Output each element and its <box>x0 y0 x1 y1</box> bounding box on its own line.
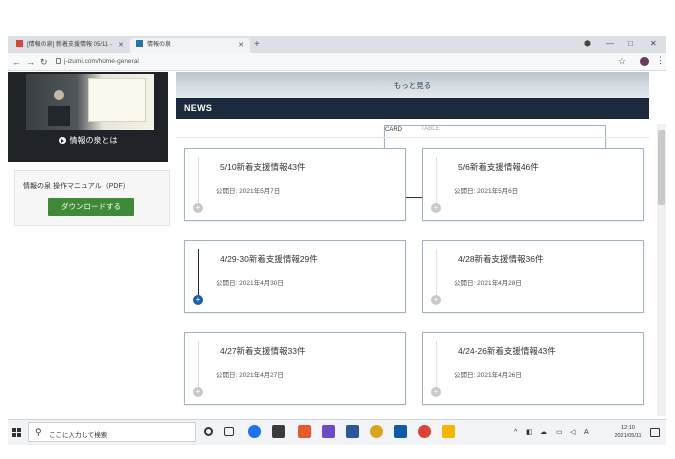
outlook-icon[interactable] <box>394 425 407 438</box>
video-caption: 情報の泉とは <box>8 134 168 148</box>
news-card[interactable]: + 4/24-26新着支援情報43件 公開日: 2021年4月26日 <box>422 332 644 405</box>
network-icon[interactable]: ◧ <box>526 428 533 438</box>
clock-time: 12:10 <box>621 425 635 431</box>
browser-tab-bar: [情報の泉] 新着支援情報 05/11 - ✕ 情報の泉 ✕ + ⬢ — □ ✕ <box>8 36 666 53</box>
intro-video-thumbnail[interactable]: 情報の泉とは <box>8 72 168 162</box>
windows-start-icon[interactable] <box>12 428 22 438</box>
cloud-icon[interactable]: ☁ <box>540 428 547 438</box>
windows-taskbar: ⚲ ここに入力して検索 ^ ◧ ☁ ▭ ◁ A 12:10 2021/05/11 <box>8 419 666 445</box>
manual-label: 情報の泉 操作マニュアル（PDF） <box>23 183 130 190</box>
download-button[interactable]: ダウンロードする <box>48 198 134 216</box>
taskbar-clock[interactable]: 12:10 2021/05/11 <box>610 424 646 440</box>
reload-icon[interactable]: ↻ <box>40 56 48 68</box>
expand-plus-icon[interactable]: + <box>431 295 441 305</box>
close-tab-icon[interactable]: ✕ <box>238 38 244 53</box>
expand-plus-icon[interactable]: + <box>431 203 441 213</box>
news-card-title[interactable]: 5/6新着支援情報46件 <box>458 161 539 173</box>
browser-tab-gmail[interactable]: [情報の泉] 新着支援情報 05/11 - ✕ <box>10 38 130 53</box>
divider <box>176 137 649 138</box>
speaker-figure <box>54 90 64 100</box>
expand-plus-icon[interactable]: + <box>193 295 203 305</box>
browser-tab-izumi[interactable]: 情報の泉 ✕ <box>130 38 250 53</box>
taskbar-search-placeholder: ここに入力して検索 <box>49 432 108 439</box>
news-card[interactable]: + 4/29-30新着支援情報29件 公開日: 2021年4月30日 <box>184 240 406 313</box>
expand-plus-icon[interactable]: + <box>193 203 203 213</box>
menu-kebab-icon[interactable]: ⋮ <box>656 55 665 66</box>
more-banner: もっと見る <box>176 72 649 98</box>
maximize-button[interactable]: □ <box>628 38 633 50</box>
news-card-title[interactable]: 4/27新着支援情報33件 <box>220 345 306 357</box>
address-bar: ← → ↻ j-izumi.com/home-general ☆ ⋮ <box>8 53 666 71</box>
profile-avatar[interactable] <box>640 57 649 66</box>
timeline-line <box>198 157 199 207</box>
video-caption-text: 情報の泉とは <box>69 136 118 145</box>
timeline-line <box>198 249 199 299</box>
url-field[interactable]: j-izumi.com/home-general <box>64 57 139 67</box>
view-toggle-table[interactable]: TABLE <box>421 125 440 133</box>
news-card-date: 公開日: 2021年5月7日 <box>216 188 281 195</box>
presentation-slide-image <box>88 78 146 122</box>
page-scrollbar[interactable] <box>657 124 666 416</box>
news-card[interactable]: + 4/28新着支援情報36件 公開日: 2021年4月28日 <box>422 240 644 313</box>
news-card-date: 公開日: 2021年5月6日 <box>454 188 519 195</box>
news-card-date: 公開日: 2021年4月27日 <box>216 372 284 379</box>
task-view-icon[interactable] <box>224 427 234 436</box>
back-arrow-icon[interactable]: ← <box>12 56 21 68</box>
tab-label: 情報の泉 <box>147 42 172 48</box>
clock-date: 2021/05/11 <box>614 433 642 439</box>
play-icon[interactable] <box>58 137 66 144</box>
taskbar-search-box[interactable]: ⚲ ここに入力して検索 <box>28 422 196 442</box>
store-icon[interactable] <box>272 425 285 438</box>
expand-plus-icon[interactable]: + <box>431 387 441 397</box>
news-header: NEWS <box>176 98 649 119</box>
scrollbar-thumb[interactable] <box>658 130 665 205</box>
news-card-title[interactable]: 4/24-26新着支援情報43件 <box>458 345 556 357</box>
manual-box: 情報の泉 操作マニュアル（PDF） ダウンロードする <box>14 170 170 226</box>
app-icon[interactable] <box>370 425 383 438</box>
timeline-line <box>198 341 199 391</box>
news-card[interactable]: + 4/27新着支援情報33件 公開日: 2021年4月27日 <box>184 332 406 405</box>
minimize-button[interactable]: — <box>606 38 614 50</box>
podium-figure <box>48 106 70 126</box>
more-link[interactable]: もっと見る <box>176 80 649 91</box>
news-card-title[interactable]: 5/10新着支援情報43件 <box>220 161 306 173</box>
gmail-icon <box>16 40 23 47</box>
chrome-icon[interactable] <box>418 425 431 438</box>
search-icon: ⚲ <box>35 427 42 437</box>
news-card-title[interactable]: 4/28新着支援情報36件 <box>458 253 544 265</box>
cortana-icon[interactable] <box>204 427 213 436</box>
lock-icon <box>56 58 61 64</box>
news-card-date: 公開日: 2021年4月30日 <box>216 280 284 287</box>
teams-icon[interactable] <box>322 425 335 438</box>
news-card-date: 公開日: 2021年4月28日 <box>454 280 522 287</box>
news-title: NEWS <box>184 103 213 113</box>
page-content: 情報の泉とは 情報の泉 操作マニュアル（PDF） ダウンロードする もっと見る … <box>8 72 666 417</box>
tab-label: [情報の泉] 新着支援情報 05/11 - <box>27 42 112 48</box>
mail-icon[interactable] <box>346 425 359 438</box>
news-card[interactable]: + 5/6新着支援情報46件 公開日: 2021年5月6日 <box>422 148 644 221</box>
notification-icon[interactable] <box>650 428 660 437</box>
timeline-line <box>436 341 437 391</box>
file-explorer-icon[interactable] <box>442 425 455 438</box>
forward-arrow-icon[interactable]: → <box>26 56 35 68</box>
site-favicon-icon <box>136 40 143 47</box>
volume-icon[interactable]: ◁ <box>570 428 575 438</box>
news-card-title[interactable]: 4/29-30新着支援情報29件 <box>220 253 318 265</box>
news-card[interactable]: + 5/10新着支援情報43件 公開日: 2021年5月7日 <box>184 148 406 221</box>
close-tab-icon[interactable]: ✕ <box>118 38 124 53</box>
edge-icon[interactable] <box>248 425 261 438</box>
ime-icon[interactable]: A <box>584 428 589 438</box>
tray-chevron-icon[interactable]: ^ <box>514 428 517 438</box>
timeline-line <box>436 157 437 207</box>
news-card-date: 公開日: 2021年4月26日 <box>454 372 522 379</box>
timeline-line <box>436 249 437 299</box>
bookmark-star-icon[interactable]: ☆ <box>618 56 626 67</box>
office-icon[interactable] <box>298 425 311 438</box>
close-window-button[interactable]: ✕ <box>650 38 657 50</box>
extension-icon[interactable]: ⬢ <box>584 38 591 50</box>
expand-plus-icon[interactable]: + <box>193 387 203 397</box>
new-tab-button[interactable]: + <box>254 37 260 52</box>
battery-icon[interactable]: ▭ <box>556 428 563 438</box>
